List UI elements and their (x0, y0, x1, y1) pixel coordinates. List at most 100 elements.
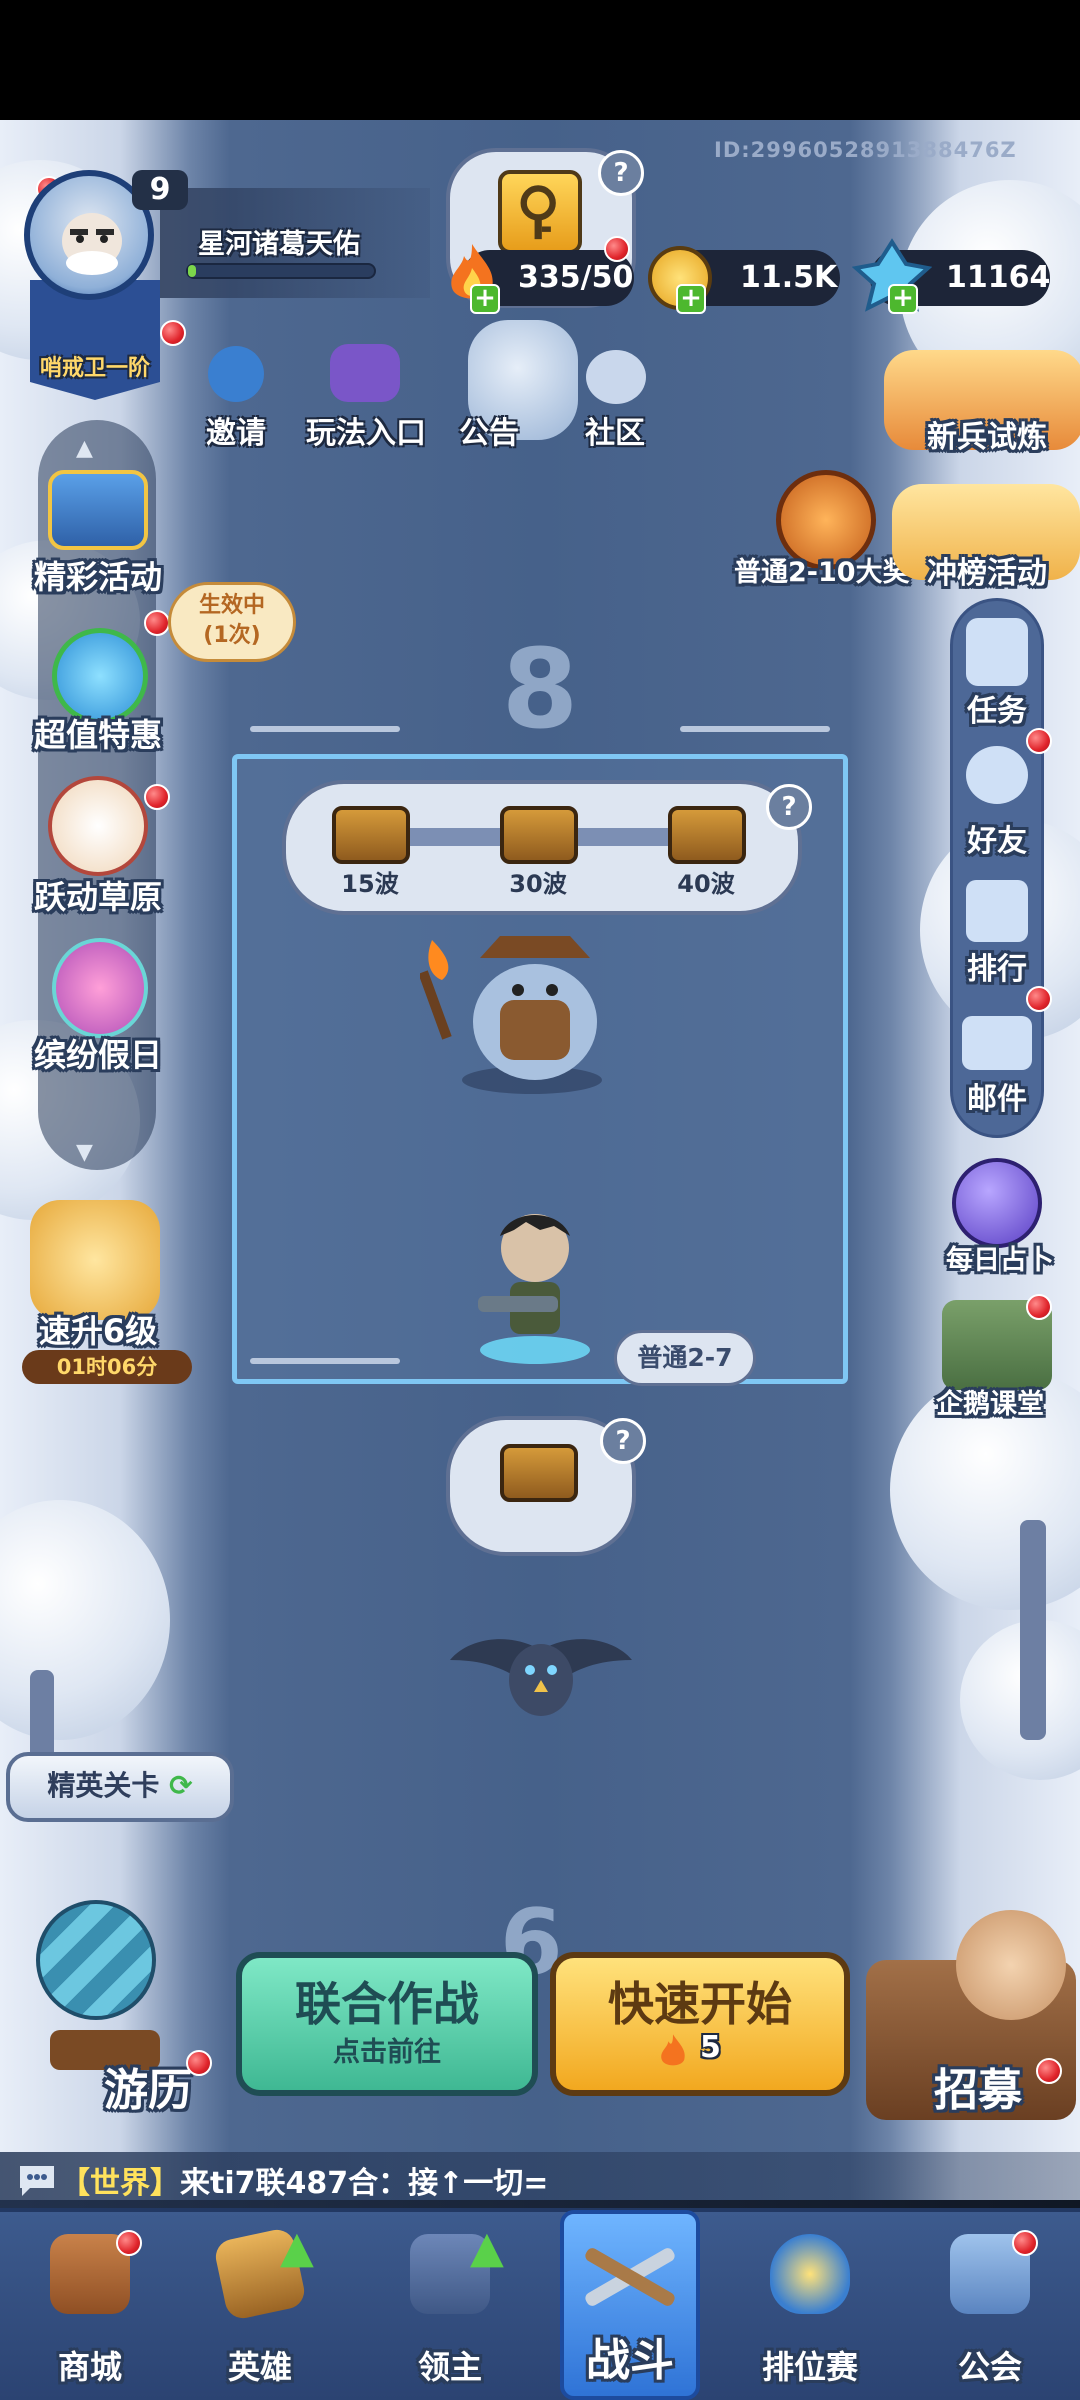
rank-event-button[interactable]: 冲榜活动 (912, 548, 1062, 592)
effect-count-text: (1次) (203, 623, 261, 648)
tasks-button[interactable]: 任务 (942, 686, 1052, 730)
notification-dot (186, 2050, 212, 2076)
notification-dot (1026, 1294, 1052, 1320)
nav-battle[interactable]: 战斗 (540, 2208, 720, 2400)
recruit-button[interactable]: 招募 (934, 2054, 1022, 2118)
chest-icon[interactable] (500, 806, 578, 864)
game-modes-button[interactable]: 玩法入口 (296, 408, 436, 452)
penguin-icon (208, 346, 264, 402)
chest-icon[interactable] (332, 806, 410, 864)
stamina-value: 335/50 (518, 260, 634, 295)
rookie-trial-button[interactable]: 新兵试炼 (912, 412, 1062, 456)
help-icon[interactable]: ? (598, 150, 644, 196)
mail-icon (962, 1016, 1032, 1070)
divider-line (250, 726, 400, 732)
exp-bar-fill (188, 265, 196, 277)
grassland-hero-icon (48, 776, 148, 876)
deals-button[interactable]: 超值特惠 (0, 710, 198, 756)
scroll-down-icon[interactable]: ▼ (76, 1140, 93, 1165)
announcement-button[interactable]: 公告 (454, 408, 524, 452)
nav-heroes[interactable]: ▲ 英雄 (170, 2208, 350, 2400)
chat-channel: 【世界】 (60, 2166, 180, 2201)
player-name: 星河诸葛天佑 (198, 229, 360, 260)
effect-status-pill: 生效中 (1次) (168, 582, 296, 662)
nav-guild-label: 公会 (957, 2348, 1022, 2386)
stage-event-button[interactable]: 普通2-10大奖 (734, 550, 910, 589)
notification-dot (144, 610, 170, 636)
scroll-up-icon[interactable]: ▲ (76, 436, 93, 461)
quick-start-cost: 5 (700, 2030, 721, 2065)
current-stage-tag: 普通2-7 (614, 1330, 756, 1386)
stage-number: 8 (501, 625, 579, 753)
level-badge: 9 (132, 170, 188, 210)
add-gold-button[interactable]: + (676, 284, 706, 314)
rank-label: 哨戒卫一阶 (39, 356, 150, 381)
chest-icon[interactable] (500, 1444, 578, 1502)
crossed-guns-icon (585, 2248, 675, 2306)
friends-icon (966, 746, 1028, 804)
nav-lord[interactable]: ▲ 领主 (360, 2208, 540, 2400)
holiday-button[interactable]: 缤纷假日 (0, 1030, 198, 1076)
nav-shop-label: 商城 (57, 2348, 122, 2386)
penguin-class-button[interactable]: 企鹅课堂 (936, 1382, 1044, 1421)
upgrade-arrow-icon: ▲ (470, 2222, 504, 2273)
exp-bar (186, 263, 376, 279)
enemy-bird-icon (450, 1639, 632, 1716)
gamepad-icon (330, 344, 400, 402)
community-icon (586, 350, 646, 404)
notification-dot (604, 236, 630, 262)
chat-message-text: 来ti7联487合：接↑一切= (180, 2166, 549, 2201)
ranking-button[interactable]: 排行 (942, 944, 1052, 988)
upgrade-arrow-icon: ▲ (280, 2222, 314, 2273)
elite-stages-button[interactable]: 精英关卡 ⟳ (6, 1752, 234, 1822)
nav-shop[interactable]: 商城 (0, 2208, 180, 2400)
timer-pill: 01时06分 (22, 1350, 192, 1384)
task-clipboard-icon (966, 618, 1028, 686)
mail-button[interactable]: 邮件 (942, 1074, 1052, 1118)
nav-guild[interactable]: 公会 (900, 2208, 1080, 2400)
friends-button[interactable]: 好友 (942, 816, 1052, 860)
coop-battle-subtitle: 点击前往 (333, 2037, 441, 2068)
nav-heroes-label: 英雄 (227, 2348, 292, 2386)
chest-icon[interactable] (668, 806, 746, 864)
avatar-face-icon (62, 213, 122, 275)
effect-status-text: 生效中 (198, 593, 265, 618)
gold-value: 11.5K (740, 260, 838, 295)
grassland-button[interactable]: 跃动草原 (0, 872, 198, 918)
quick-start-title: 快速开始 (608, 1977, 792, 2031)
daily-divination-button[interactable]: 每日占卜 (946, 1238, 1054, 1277)
notification-dot (116, 2230, 142, 2256)
invite-button[interactable]: 邀请 (196, 408, 276, 452)
chat-bubble-icon[interactable] (16, 2162, 58, 2198)
coop-battle-title: 联合作战 (295, 1977, 479, 2031)
recruit-hero-icon (956, 1910, 1066, 2020)
add-crystal-button[interactable]: + (888, 284, 918, 314)
notification-dot (1012, 2230, 1038, 2256)
help-icon[interactable]: ? (600, 1418, 646, 1464)
notification-dot (1026, 986, 1052, 1012)
nav-lord-label: 领主 (417, 2348, 482, 2386)
wave-reward-label: 15波 (341, 870, 399, 898)
ranking-podium-icon (966, 880, 1028, 942)
notification-dot (1036, 2058, 1062, 2084)
notification-dot (160, 320, 186, 346)
balloon-icon (36, 1900, 156, 2020)
player-id: ID:2996052891388476Z (714, 138, 1017, 162)
wave-reward-label: 30波 (509, 870, 567, 898)
treasure-chest-icon (48, 470, 148, 550)
key-icon (498, 170, 582, 254)
quick-level-button[interactable]: 速升6级 (0, 1306, 198, 1352)
travel-button[interactable]: 游历 (104, 2054, 192, 2118)
flame-icon (661, 2034, 685, 2066)
help-icon[interactable]: ? (766, 784, 812, 830)
nav-ranked[interactable]: 排位赛 (720, 2208, 900, 2400)
player-hero-icon (478, 1214, 590, 1364)
status-bar (0, 0, 1080, 120)
events-button[interactable]: 精彩活动 (0, 552, 198, 598)
add-stamina-button[interactable]: + (470, 284, 500, 314)
crystal-ball-icon (952, 1158, 1042, 1248)
chat-message: 【世界】来ti7联487合：接↑一切= (60, 2158, 548, 2202)
community-button[interactable]: 社区 (580, 408, 650, 452)
nav-ranked-label: 排位赛 (761, 2348, 858, 2386)
elite-stages-label: 精英关卡 (47, 1769, 160, 1802)
